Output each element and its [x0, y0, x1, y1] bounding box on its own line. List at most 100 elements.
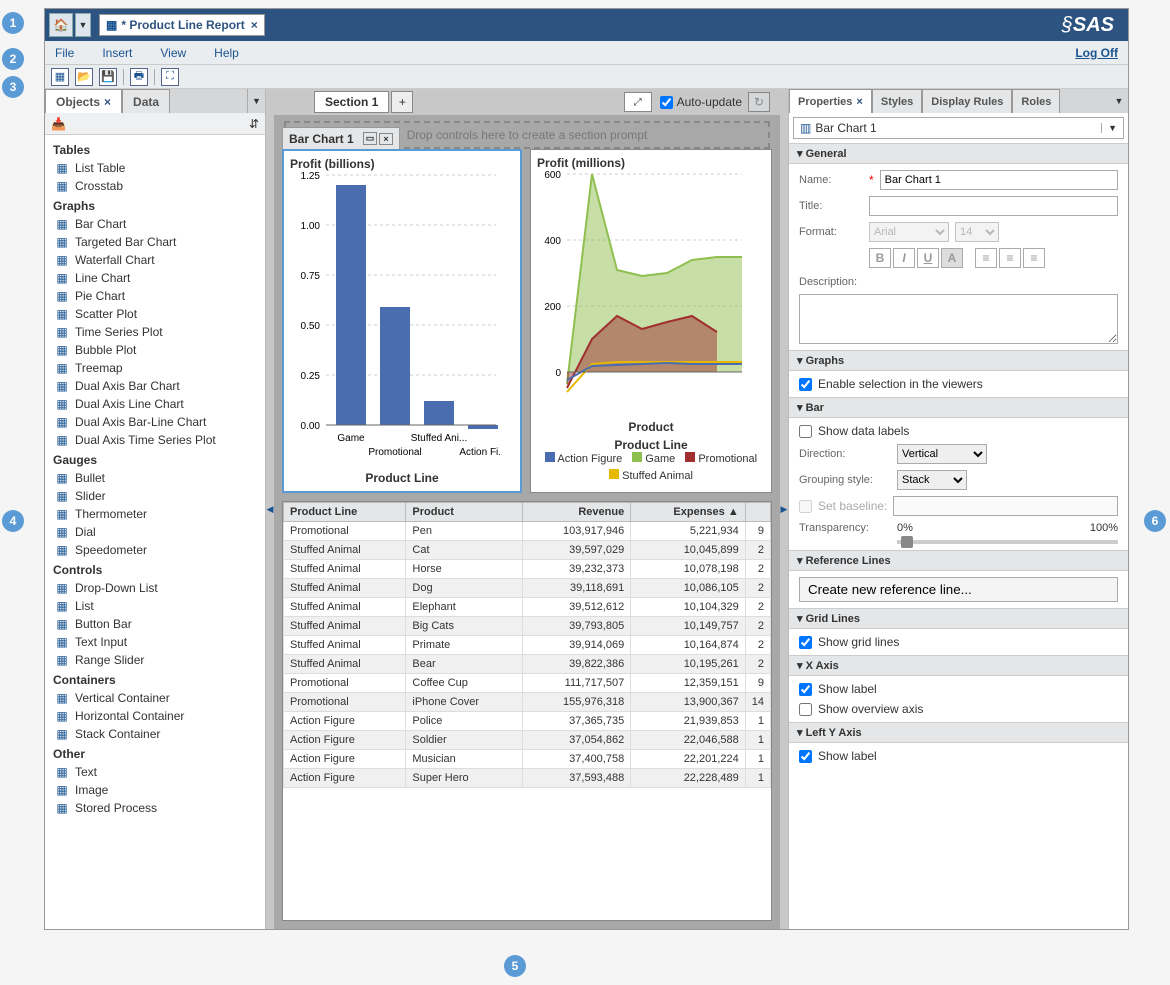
table-row[interactable]: PromotionaliPhone Cover155,976,31813,900…: [284, 693, 771, 712]
fullscreen-button[interactable]: ⛶: [161, 68, 179, 86]
object-item[interactable]: ▦Time Series Plot: [47, 323, 263, 341]
expand-button[interactable]: ⤢: [624, 92, 652, 112]
table-row[interactable]: Action FigureSoldier37,054,86222,046,588…: [284, 731, 771, 750]
grouping-select[interactable]: Stack: [897, 470, 967, 490]
table-row[interactable]: Action FigureMusician37,400,75822,201,22…: [284, 750, 771, 769]
table-row[interactable]: Action FigureSuper Hero37,593,48822,228,…: [284, 769, 771, 788]
show-gridlines-checkbox[interactable]: [799, 636, 812, 649]
section-tab[interactable]: Section 1: [314, 91, 389, 113]
direction-select[interactable]: Vertical: [897, 444, 987, 464]
section-gridlines[interactable]: ▾ Grid Lines: [789, 608, 1128, 629]
left-tabs-dropdown[interactable]: ▼: [247, 89, 265, 113]
col-revenue[interactable]: Revenue: [522, 503, 630, 522]
lyaxis-show-label-checkbox[interactable]: [799, 750, 812, 763]
tab-display-rules[interactable]: Display Rules: [922, 89, 1012, 113]
object-item[interactable]: ▦Dual Axis Bar-Line Chart: [47, 413, 263, 431]
object-item[interactable]: ▦Button Bar: [47, 615, 263, 633]
transparency-slider[interactable]: [897, 540, 1118, 544]
home-button[interactable]: 🏠: [49, 13, 73, 37]
tab-properties[interactable]: Properties×: [789, 89, 872, 113]
table-row[interactable]: Stuffed AnimalCat39,597,02910,045,8992: [284, 541, 771, 560]
home-dropdown[interactable]: ▼: [75, 13, 91, 37]
xaxis-overview-checkbox[interactable]: [799, 703, 812, 716]
document-tab[interactable]: ▦ * Product Line Report ×: [99, 14, 265, 36]
table-row[interactable]: Stuffed AnimalBear39,822,38610,195,2612: [284, 655, 771, 674]
table-row[interactable]: PromotionalCoffee Cup111,717,50712,359,1…: [284, 674, 771, 693]
object-item[interactable]: ▦Text: [47, 763, 263, 781]
add-section-button[interactable]: +: [391, 91, 413, 113]
close-icon[interactable]: ×: [379, 133, 393, 145]
name-field[interactable]: [880, 170, 1118, 190]
object-item[interactable]: ▦Bullet: [47, 469, 263, 487]
table-row[interactable]: Action FigurePolice37,365,73521,939,8531: [284, 712, 771, 731]
enable-selection-checkbox[interactable]: [799, 378, 812, 391]
object-item[interactable]: ▦Drop-Down List: [47, 579, 263, 597]
object-item[interactable]: ▦Thermometer: [47, 505, 263, 523]
table-row[interactable]: Stuffed AnimalBig Cats39,793,80510,149,7…: [284, 617, 771, 636]
section-xaxis[interactable]: ▾ X Axis: [789, 655, 1128, 676]
auto-update-checkbox[interactable]: [660, 96, 673, 109]
object-item[interactable]: ▦Horizontal Container: [47, 707, 263, 725]
bar-chart[interactable]: Profit (billions) 1.251.000.750.500.250.…: [282, 149, 522, 493]
object-item[interactable]: ▦Pie Chart: [47, 287, 263, 305]
menu-file[interactable]: File: [55, 46, 74, 60]
right-tabs-dropdown[interactable]: ▼: [1110, 89, 1128, 113]
object-item[interactable]: ▦Crosstab: [47, 177, 263, 195]
section-graphs[interactable]: ▾ Graphs: [789, 350, 1128, 371]
tab-styles[interactable]: Styles: [872, 89, 922, 113]
close-icon[interactable]: ×: [856, 96, 862, 108]
object-item[interactable]: ▦List Table: [47, 159, 263, 177]
object-item[interactable]: ▦Bar Chart: [47, 215, 263, 233]
col-product[interactable]: Product: [406, 503, 522, 522]
menu-view[interactable]: View: [160, 46, 186, 60]
description-field[interactable]: [799, 294, 1118, 344]
table-row[interactable]: PromotionalPen103,917,9465,221,9349: [284, 522, 771, 541]
add-object-icon[interactable]: 📥: [51, 117, 66, 131]
resize-handle-left[interactable]: ◀: [266, 89, 274, 929]
object-item[interactable]: ▦Range Slider: [47, 651, 263, 669]
save-button[interactable]: 💾: [99, 68, 117, 86]
object-selector[interactable]: ▥ Bar Chart 1▼: [793, 117, 1124, 139]
object-item[interactable]: ▦Dual Axis Line Chart: [47, 395, 263, 413]
tab-objects[interactable]: Objects×: [45, 89, 122, 113]
close-icon[interactable]: ×: [104, 95, 111, 109]
logoff-link[interactable]: Log Off: [1075, 46, 1118, 60]
bar-chart-title-bar[interactable]: Bar Chart 1 ▭ ×: [282, 127, 400, 149]
menu-insert[interactable]: Insert: [102, 46, 132, 60]
col-product-line[interactable]: Product Line: [284, 503, 406, 522]
object-item[interactable]: ▦List: [47, 597, 263, 615]
object-item[interactable]: ▦Stack Container: [47, 725, 263, 743]
show-data-labels-checkbox[interactable]: [799, 425, 812, 438]
object-item[interactable]: ▦Dual Axis Time Series Plot: [47, 431, 263, 449]
print-button[interactable]: 🖶: [130, 68, 148, 86]
object-item[interactable]: ▦Slider: [47, 487, 263, 505]
object-item[interactable]: ▦Speedometer: [47, 541, 263, 559]
table-row[interactable]: Stuffed AnimalElephant39,512,61210,104,3…: [284, 598, 771, 617]
object-item[interactable]: ▦Treemap: [47, 359, 263, 377]
object-item[interactable]: ▦Vertical Container: [47, 689, 263, 707]
table-row[interactable]: Stuffed AnimalHorse39,232,37310,078,1982: [284, 560, 771, 579]
refresh-button[interactable]: ↻: [748, 92, 770, 112]
resize-handle-right[interactable]: ▶: [780, 89, 788, 929]
object-item[interactable]: ▦Waterfall Chart: [47, 251, 263, 269]
open-button[interactable]: 📂: [75, 68, 93, 86]
object-item[interactable]: ▦Dial: [47, 523, 263, 541]
new-report-button[interactable]: ▦: [51, 68, 69, 86]
section-lyaxis[interactable]: ▾ Left Y Axis: [789, 722, 1128, 743]
col-expenses[interactable]: Expenses ▲: [631, 503, 746, 522]
collapse-all-icon[interactable]: ⇵: [249, 117, 259, 131]
object-item[interactable]: ▦Stored Process: [47, 799, 263, 817]
menu-help[interactable]: Help: [214, 46, 239, 60]
line-chart[interactable]: Profit (millions) 6004002000: [530, 149, 772, 493]
object-item[interactable]: ▦Bubble Plot: [47, 341, 263, 359]
table-row[interactable]: Stuffed AnimalPrimate39,914,06910,164,87…: [284, 636, 771, 655]
close-icon[interactable]: ×: [251, 18, 258, 32]
data-table[interactable]: Product Line Product Revenue Expenses ▲ …: [282, 501, 772, 921]
tab-roles[interactable]: Roles: [1012, 89, 1060, 113]
object-item[interactable]: ▦Dual Axis Bar Chart: [47, 377, 263, 395]
object-item[interactable]: ▦Text Input: [47, 633, 263, 651]
title-field[interactable]: [869, 196, 1118, 216]
xaxis-show-label-checkbox[interactable]: [799, 683, 812, 696]
table-row[interactable]: Stuffed AnimalDog39,118,69110,086,1052: [284, 579, 771, 598]
section-general[interactable]: ▾ General: [789, 143, 1128, 164]
